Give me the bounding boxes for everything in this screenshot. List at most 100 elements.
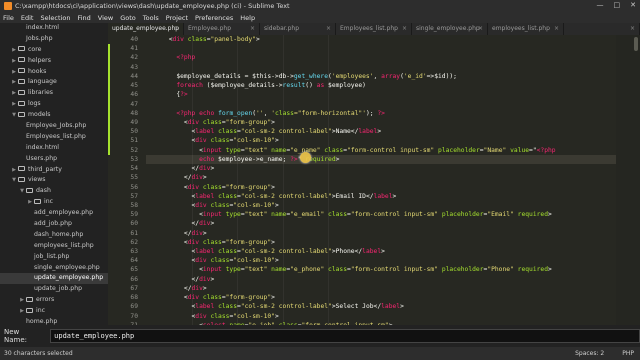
tab[interactable]: sidebar.php ×: [260, 23, 336, 35]
tab[interactable]: Employees_list.php ×: [336, 23, 412, 35]
sidebar-file[interactable]: Employee_Jobs.php: [0, 121, 108, 132]
code-line[interactable]: </div>: [146, 275, 616, 284]
code-line[interactable]: <div class="col-sm-10">: [146, 256, 616, 265]
collapsed-arrow-icon[interactable]: ▶: [10, 165, 18, 176]
rename-input[interactable]: update_employee.php: [50, 329, 640, 343]
sidebar-file[interactable]: job_list.php: [0, 252, 108, 263]
code-line[interactable]: <div class="form-group">: [146, 293, 616, 302]
code-line[interactable]: </div>: [146, 164, 616, 173]
sidebar-file[interactable]: update_employee.php: [0, 273, 108, 285]
sidebar-file[interactable]: Jobs.php: [0, 34, 108, 45]
sidebar-folder[interactable]: ▼ dash: [0, 186, 108, 197]
maximize-button[interactable]: □: [614, 1, 621, 9]
sidebar-file[interactable]: update_job.php: [0, 284, 108, 295]
code-line[interactable]: <div class="form-group">: [146, 183, 616, 192]
sidebar-file[interactable]: employees_list.php: [0, 241, 108, 252]
close-tab-icon[interactable]: ×: [554, 23, 559, 35]
collapsed-arrow-icon[interactable]: ▶: [10, 67, 18, 78]
code-area[interactable]: <div class="panel-body"> <?php $employee…: [146, 35, 616, 325]
code-line[interactable]: <label class="col-sm-2 control-label">Se…: [146, 302, 616, 311]
code-line[interactable]: [146, 63, 616, 72]
sidebar-folder[interactable]: ▶ third_party: [0, 165, 108, 176]
code-line[interactable]: <div class="col-sm-10">: [146, 136, 616, 145]
sidebar-folder[interactable]: ▶ language: [0, 77, 108, 88]
sidebar-file[interactable]: index.html: [0, 143, 108, 154]
tab[interactable]: single_employee.php ×: [412, 23, 488, 35]
close-tab-icon[interactable]: ×: [402, 23, 407, 35]
menu-view[interactable]: View: [98, 14, 113, 22]
code-line[interactable]: <label class="col-sm-2 control-label">Em…: [146, 192, 616, 201]
menu-help[interactable]: Help: [240, 14, 255, 22]
close-tab-icon[interactable]: ×: [326, 23, 331, 35]
collapsed-arrow-icon[interactable]: ▶: [10, 77, 18, 88]
code-line[interactable]: <div class="panel-body">: [146, 35, 616, 44]
expanded-arrow-icon[interactable]: ▼: [10, 110, 18, 121]
sidebar-file[interactable]: home.php: [0, 317, 108, 325]
sidebar-file[interactable]: add_job.php: [0, 219, 108, 230]
code-line[interactable]: echo $employee->e_name; ?>" required>: [146, 154, 616, 165]
minimize-button[interactable]: —: [597, 1, 604, 9]
code-line[interactable]: <input type="text" name="e_phone" class=…: [146, 265, 616, 274]
code-line[interactable]: </div>: [146, 219, 616, 228]
code-line[interactable]: [146, 100, 616, 109]
menu-edit[interactable]: Edit: [21, 14, 34, 22]
menu-preferences[interactable]: Preferences: [195, 14, 233, 22]
sidebar-folder[interactable]: ▶ hooks: [0, 67, 108, 78]
sidebar-folder[interactable]: ▼ views: [0, 175, 108, 186]
close-tab-icon[interactable]: ×: [478, 23, 483, 35]
code-line[interactable]: <label class="col-sm-2 control-label">Ph…: [146, 247, 616, 256]
code-line[interactable]: <div class="col-sm-10">: [146, 201, 616, 210]
menu-file[interactable]: File: [3, 14, 14, 22]
code-line[interactable]: <label class="col-sm-2 control-label">Na…: [146, 127, 616, 136]
tab[interactable]: ×: [564, 23, 640, 35]
sidebar-folder[interactable]: ▼ models: [0, 110, 108, 121]
code-editor[interactable]: 40 41 42 43 44 45 46 47 48 49 50 51 52 53 54 55 56 57 58 59…: [108, 35, 640, 325]
code-line[interactable]: <?php: [146, 53, 616, 62]
code-line[interactable]: <input type="text" name="e_email" class=…: [146, 210, 616, 219]
code-line[interactable]: </div>: [146, 284, 616, 293]
expanded-arrow-icon[interactable]: ▼: [10, 175, 18, 186]
minimap-scroll-indicator[interactable]: [634, 37, 638, 51]
code-line[interactable]: <div class="form-group">: [146, 118, 616, 127]
menu-goto[interactable]: Goto: [120, 14, 136, 22]
code-line[interactable]: <?php echo form_open('', 'class="form-ho…: [146, 109, 616, 118]
collapsed-arrow-icon[interactable]: ▶: [10, 45, 18, 56]
code-line[interactable]: <div class="form-group">: [146, 238, 616, 247]
collapsed-arrow-icon[interactable]: ▶: [10, 56, 18, 67]
sidebar-folder[interactable]: ▶ logs: [0, 99, 108, 110]
expanded-arrow-icon[interactable]: ▼: [18, 186, 26, 197]
sidebar-file[interactable]: add_employee.php: [0, 208, 108, 219]
code-line[interactable]: {?>: [146, 90, 616, 99]
menu-tools[interactable]: Tools: [143, 14, 159, 22]
sidebar-folder[interactable]: ▶ core: [0, 45, 108, 56]
sidebar-file[interactable]: index.html: [0, 23, 108, 34]
collapsed-arrow-icon[interactable]: ▶: [10, 88, 18, 99]
sidebar-folder[interactable]: ▶ errors: [0, 295, 108, 306]
sidebar-folder[interactable]: ▶ inc: [0, 306, 108, 317]
tab[interactable]: Employee.php ×: [184, 23, 260, 35]
code-line[interactable]: </div>: [146, 229, 616, 238]
collapsed-arrow-icon[interactable]: ▶: [10, 99, 18, 110]
code-line[interactable]: <input type="text" name="e_name" class="…: [146, 146, 616, 155]
code-line[interactable]: foreach ($employee_details->result() as …: [146, 81, 616, 90]
sidebar-file[interactable]: Employees_list.php: [0, 132, 108, 143]
tab[interactable]: employees_list.php ×: [488, 23, 564, 35]
collapsed-arrow-icon[interactable]: ▶: [18, 306, 26, 317]
code-line[interactable]: <div class="col-sm-10">: [146, 312, 616, 321]
sidebar-file[interactable]: single_employee.php: [0, 263, 108, 274]
menu-selection[interactable]: Selection: [40, 14, 70, 22]
collapsed-arrow-icon[interactable]: ▶: [26, 197, 34, 208]
code-line[interactable]: [146, 44, 616, 53]
sidebar-file[interactable]: dash_home.php: [0, 230, 108, 241]
close-tab-icon[interactable]: ×: [174, 23, 179, 35]
sidebar-folder[interactable]: ▶ libraries: [0, 88, 108, 99]
sidebar-folder[interactable]: ▶ helpers: [0, 56, 108, 67]
minimap[interactable]: [616, 35, 640, 325]
code-line[interactable]: </div>: [146, 173, 616, 182]
close-tab-icon[interactable]: ×: [250, 23, 255, 35]
sidebar-file[interactable]: Users.php: [0, 154, 108, 165]
close-button[interactable]: ✕: [630, 1, 636, 9]
menu-project[interactable]: Project: [166, 14, 188, 22]
indentation-status[interactable]: Spaces: 2: [575, 350, 604, 357]
menu-find[interactable]: Find: [77, 14, 90, 22]
